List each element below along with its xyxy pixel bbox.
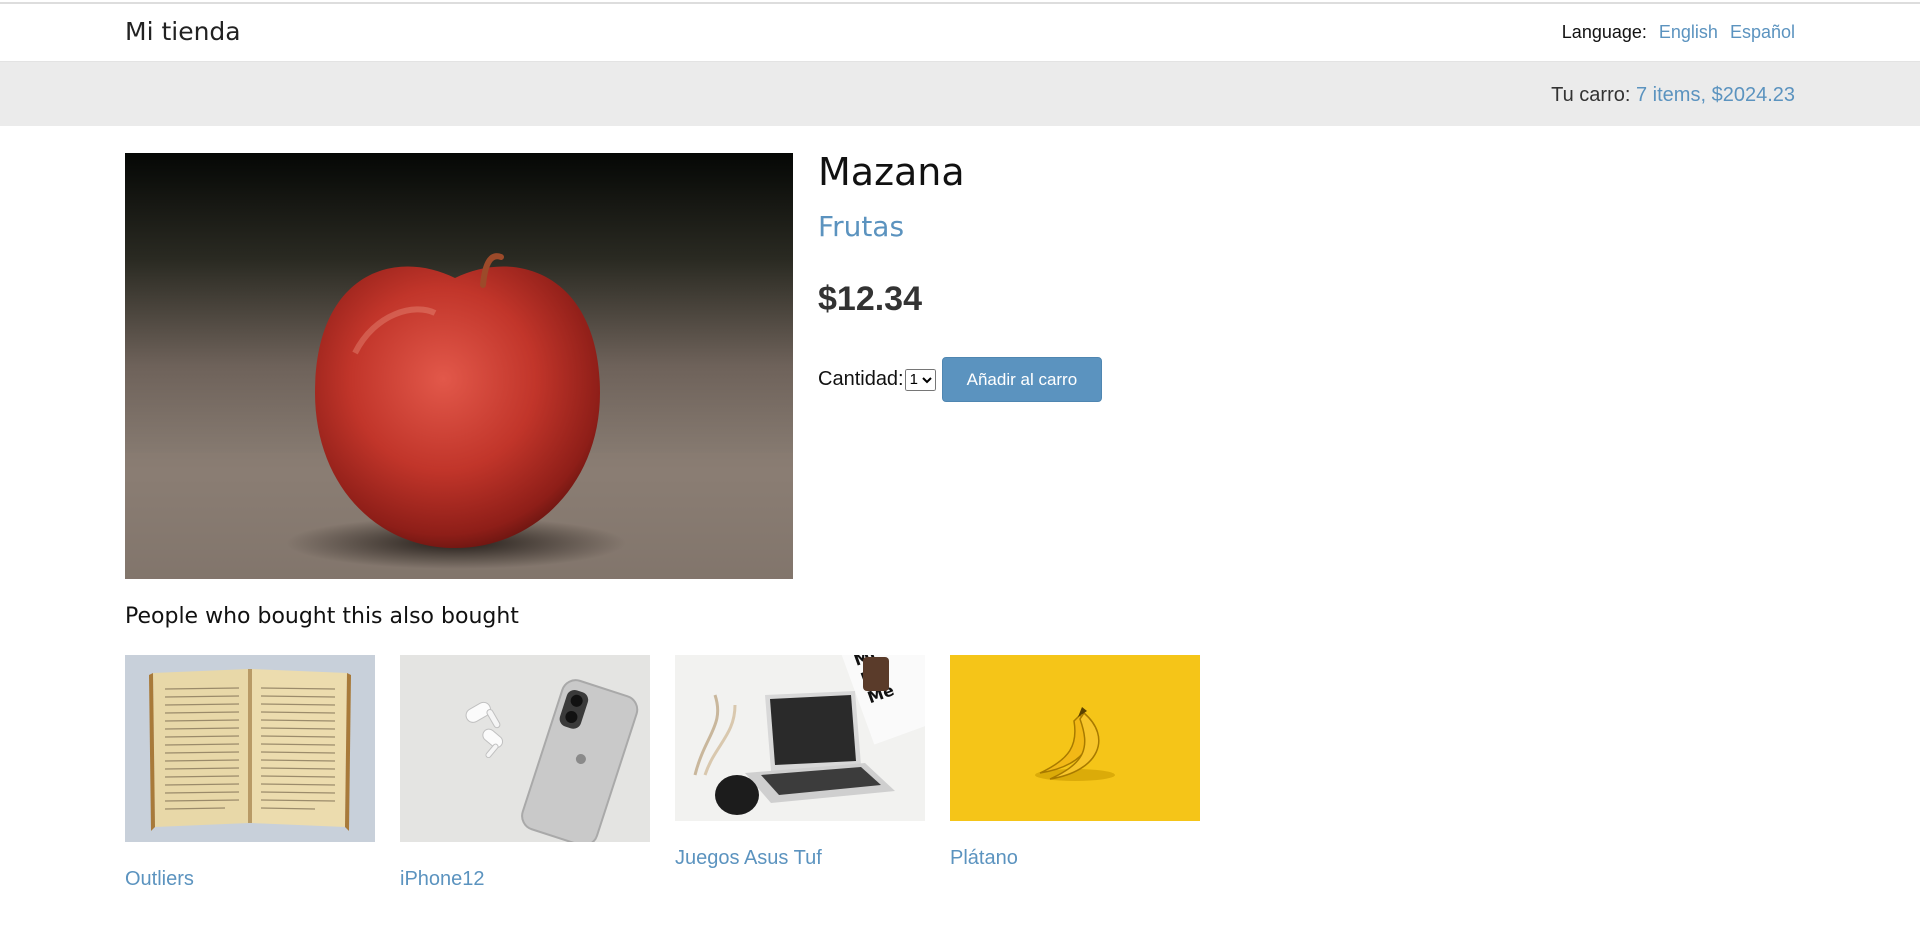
quantity-select[interactable]: 1	[904, 368, 936, 391]
store-brand[interactable]: Mi tienda	[125, 17, 241, 46]
cart-info: Tu carro: 7 items, $2024.23	[1551, 84, 1795, 107]
recommendation-item: iPhone12	[400, 655, 650, 891]
recommendations-heading: People who bought this also bought	[125, 604, 519, 629]
recommendation-link-outliers[interactable]: Outliers	[125, 868, 375, 891]
recommendation-item: Outliers	[125, 655, 375, 891]
add-to-cart-button[interactable]: Añadir al carro	[941, 357, 1103, 402]
iphone-thumbnail[interactable]	[400, 655, 650, 842]
site-header: Mi tienda Language: English Español	[0, 4, 1920, 62]
language-switcher: Language: English Español	[1562, 22, 1795, 43]
recommendation-item: Mi Mu Me Juegos Asus Tuf	[675, 655, 925, 870]
cart-bar: Tu carro: 7 items, $2024.23	[0, 62, 1920, 126]
product-name: Mazana	[818, 150, 965, 194]
recommendation-link-juegos-asus-tuf[interactable]: Juegos Asus Tuf	[675, 847, 925, 870]
book-thumbnail[interactable]	[125, 655, 375, 842]
cart-summary-link[interactable]: 7 items, $2024.23	[1636, 84, 1795, 106]
language-english-link[interactable]: English	[1659, 22, 1718, 43]
cart-label: Tu carro:	[1551, 84, 1631, 106]
recommendation-item: Plátano	[950, 655, 1200, 870]
language-spanish-link[interactable]: Español	[1730, 22, 1795, 43]
quantity-row: Cantidad: 1 Añadir al carro	[818, 357, 1103, 402]
banana-thumbnail[interactable]	[950, 655, 1200, 821]
laptop-thumbnail[interactable]: Mi Mu Me	[675, 655, 925, 821]
language-label: Language:	[1561, 22, 1647, 42]
product-category-link[interactable]: Frutas	[818, 210, 904, 243]
product-price: $12.34	[818, 280, 922, 318]
quantity-label: Cantidad:	[818, 368, 904, 390]
recommendation-link-platano[interactable]: Plátano	[950, 847, 1200, 870]
recommendation-link-iphone12[interactable]: iPhone12	[400, 868, 650, 891]
product-image	[125, 153, 793, 579]
